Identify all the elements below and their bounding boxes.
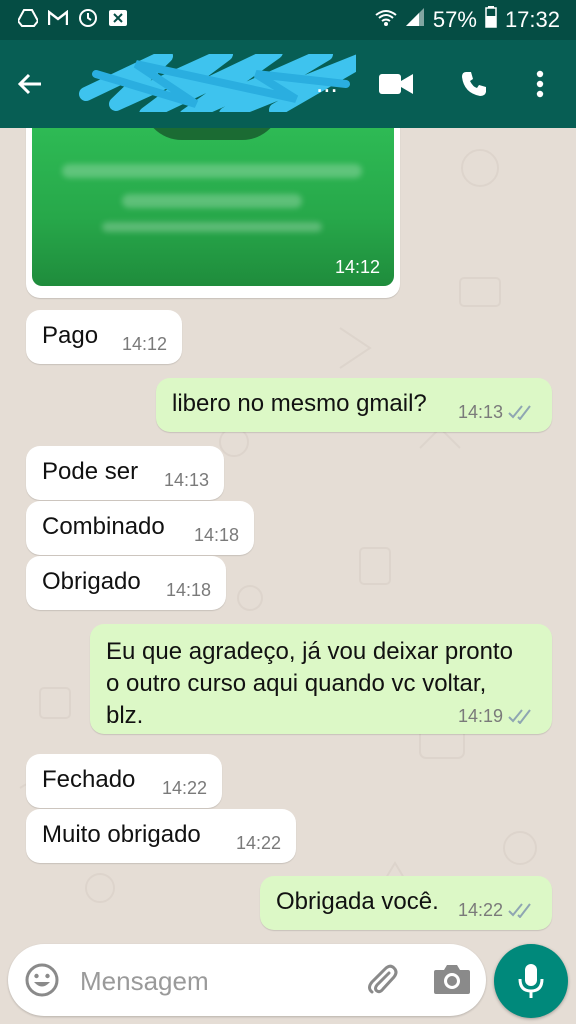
gmail-icon (48, 8, 68, 28)
drive-icon (18, 8, 38, 28)
message-time: 14:13 (164, 470, 210, 490)
paperclip-icon (368, 964, 398, 994)
voice-message-button[interactable] (494, 944, 568, 1018)
blurred-text-line (122, 194, 302, 208)
read-receipt-icon (508, 903, 531, 918)
chat-header: ... (0, 40, 576, 128)
camera-button[interactable] (432, 962, 472, 998)
contact-name-text: ... (316, 68, 338, 98)
incoming-message[interactable]: Fechado 14:22 (26, 754, 222, 808)
read-receipt-icon (508, 405, 531, 420)
sync-icon (78, 8, 98, 28)
outgoing-message[interactable]: Obrigada você. 14:22 (260, 876, 552, 930)
message-text: libero no mesmo gmail? (172, 390, 427, 417)
video-call-icon (379, 74, 413, 94)
more-options-button[interactable] (518, 62, 562, 106)
incoming-message[interactable]: Pode ser 14:13 (26, 446, 224, 500)
system-status: 57% 17:32 (375, 6, 560, 34)
image-message[interactable]: 14:12 (26, 128, 400, 298)
attach-button[interactable] (364, 962, 400, 998)
message-text: Pode ser (42, 458, 139, 485)
message-time: 14:22 (162, 778, 208, 798)
blurred-text-line (102, 222, 322, 232)
message-text: Combinado (42, 513, 165, 540)
signal-icon (405, 7, 425, 33)
blocked-icon (108, 8, 128, 28)
incoming-message[interactable]: Combinado 14:18 (26, 501, 254, 555)
video-call-button[interactable] (374, 62, 418, 106)
emoji-button[interactable] (24, 962, 60, 998)
back-arrow-icon (17, 73, 41, 95)
voice-call-button[interactable] (452, 62, 496, 106)
message-line: o outro curso aqui quando vc voltar, (106, 670, 487, 697)
message-text: Muito obrigado (42, 821, 201, 848)
message-time: 14:12 (334, 257, 380, 277)
camera-icon (434, 965, 470, 994)
blurred-image[interactable]: 14:12 (32, 128, 394, 286)
message-input[interactable] (78, 958, 352, 1004)
incoming-message[interactable]: Pago 14:12 (26, 310, 182, 364)
more-options-icon (536, 70, 544, 98)
contact-name[interactable]: ... (56, 54, 356, 112)
redaction-scribble (79, 54, 356, 112)
image-blob (142, 128, 282, 140)
message-line: Eu que agradeço, já vou deixar pronto (106, 638, 513, 665)
message-text: Fechado (42, 766, 136, 793)
message-list[interactable]: 14:12 Pago 14:12 libero no mesmo gmail? … (0, 128, 576, 938)
status-bar: 57% 17:32 (0, 0, 576, 40)
microphone-icon (518, 964, 544, 998)
blurred-text-line (62, 164, 362, 178)
emoji-icon (25, 963, 59, 997)
outgoing-message[interactable]: Eu que agradeço, já vou deixar pronto o … (90, 624, 552, 734)
message-text: Eu que agradeço, já vou deixar pronto o … (106, 636, 513, 732)
incoming-message[interactable]: Muito obrigado 14:22 (26, 809, 296, 863)
battery-percent: 57% (432, 7, 477, 32)
message-text: Pago (42, 322, 99, 349)
clock: 17:32 (504, 7, 560, 32)
message-line: blz. (106, 702, 144, 729)
battery-icon (485, 6, 497, 34)
message-time: 14:22 (458, 900, 504, 920)
notification-icons (18, 8, 128, 28)
message-time: 14:22 (236, 833, 282, 853)
message-time: 14:13 (458, 402, 504, 422)
message-composer (8, 944, 486, 1016)
incoming-message[interactable]: Obrigado 14:18 (26, 556, 226, 610)
message-time: 14:18 (194, 525, 240, 545)
message-time: 14:18 (166, 580, 212, 600)
message-text: Obrigada você. (276, 888, 439, 915)
back-button[interactable] (8, 62, 52, 106)
message-time: 14:12 (122, 334, 168, 354)
read-receipt-icon (508, 709, 531, 724)
outgoing-message[interactable]: libero no mesmo gmail? 14:13 (156, 378, 552, 432)
wifi-icon (375, 7, 397, 33)
phone-icon (462, 72, 486, 96)
message-text: Obrigado (42, 568, 141, 595)
message-time: 14:19 (458, 706, 504, 726)
